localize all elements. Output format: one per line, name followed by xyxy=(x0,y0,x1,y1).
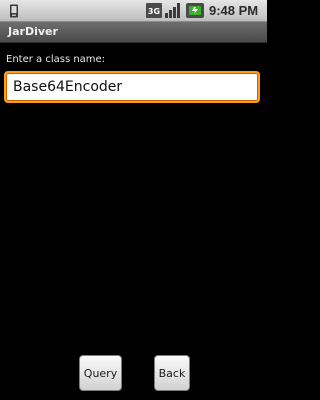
app-title-bar: JarDiver xyxy=(0,22,267,43)
back-button[interactable]: Back xyxy=(154,355,190,391)
signal-icon xyxy=(165,3,182,18)
network-type-label: 3G xyxy=(148,7,160,16)
app-screen: 3G 9:48 PM JarDiver Enter a class name: … xyxy=(0,0,267,400)
clock-time: 9:48 PM xyxy=(209,3,259,18)
battery-charging-icon xyxy=(186,3,204,18)
class-name-label: Enter a class name: xyxy=(6,54,106,65)
status-bar: 3G 9:48 PM xyxy=(0,0,267,22)
3g-icon: 3G xyxy=(146,3,162,18)
notification-icon xyxy=(9,3,19,18)
query-button[interactable]: Query xyxy=(79,355,122,391)
app-title: JarDiver xyxy=(8,25,58,38)
class-name-input[interactable] xyxy=(4,71,260,103)
